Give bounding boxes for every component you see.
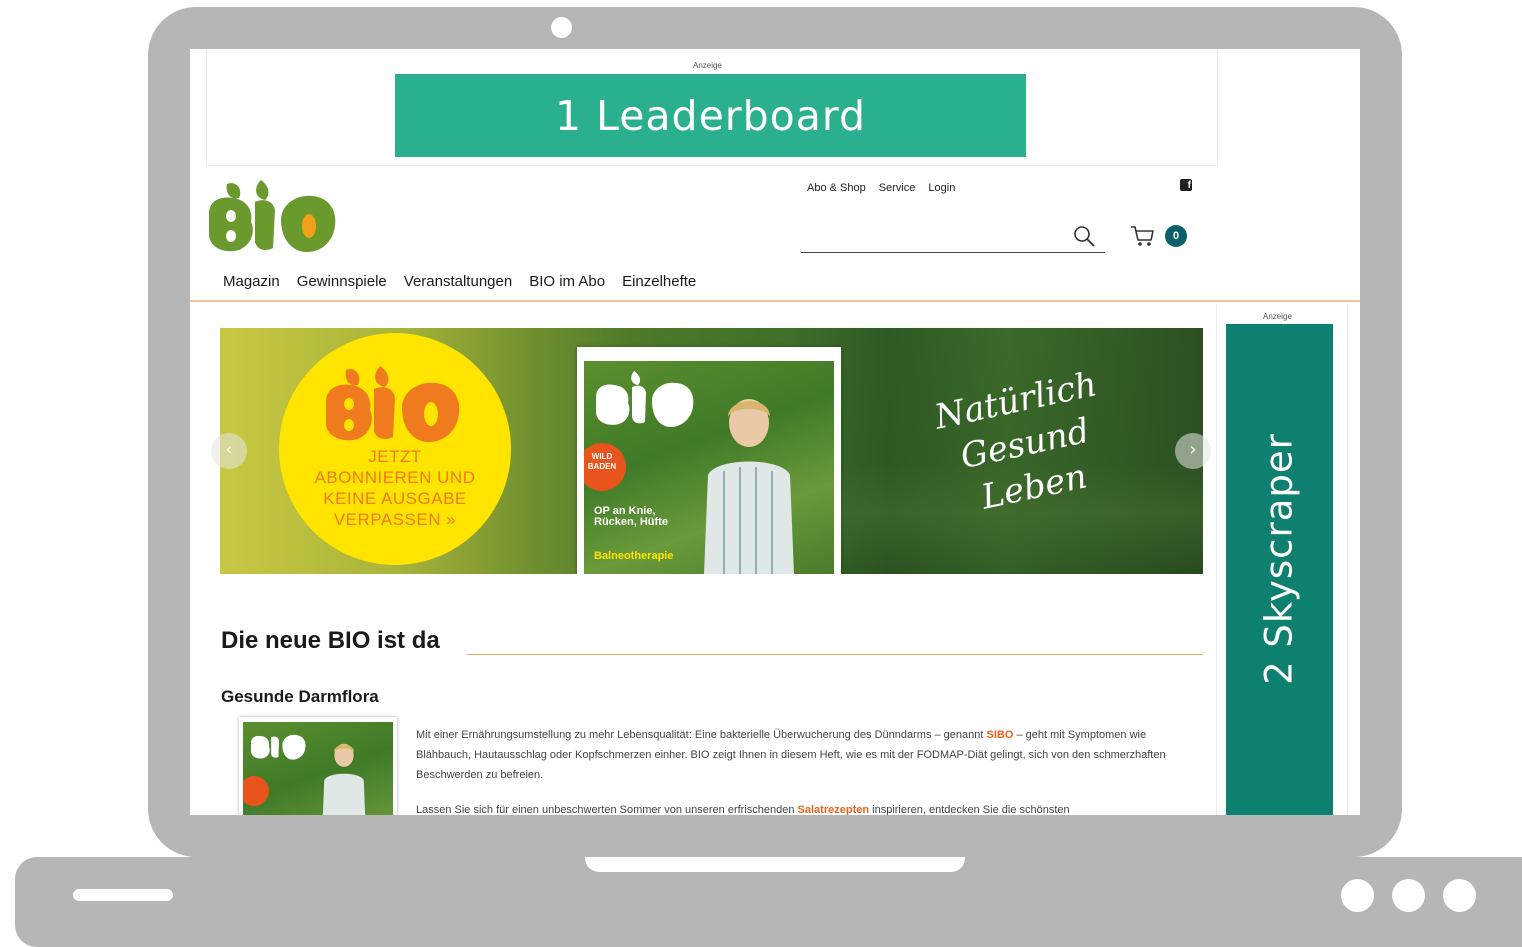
top-nav: Abo & Shop Service Login — [807, 182, 955, 194]
cover-headline-line: Rücken, Hüfte — [594, 516, 668, 528]
facebook-icon[interactable]: f — [1180, 179, 1192, 191]
nav-item-einzelhefte[interactable]: Einzelhefte — [622, 273, 696, 290]
article-subtitle[interactable]: Gesunde Darmflora — [221, 687, 379, 707]
thumbnail-badge — [243, 776, 269, 806]
cover-person-image — [704, 399, 794, 574]
webcam-icon — [551, 17, 572, 38]
ad-label: Anzeige — [693, 61, 722, 70]
badge-line: WILD — [591, 452, 613, 461]
cart-count-badge[interactable]: 0 — [1165, 225, 1187, 247]
top-nav-service[interactable]: Service — [879, 182, 916, 194]
nav-item-magazin[interactable]: Magazin — [223, 273, 280, 290]
cover-bio-logo — [596, 371, 694, 427]
slider-prev-icon[interactable]: ‹ — [211, 433, 247, 469]
indicator-dot-icon — [1443, 879, 1476, 912]
article-thumbnail[interactable] — [239, 717, 397, 815]
search-input[interactable] — [801, 225, 1065, 251]
cart-icon[interactable] — [1130, 225, 1156, 247]
nav-item-gewinnspiele[interactable]: Gewinnspiele — [297, 273, 387, 290]
magazine-cover-photo: WILD BADEN OP an Knie, Rücken, Hüfte Bal… — [584, 361, 834, 574]
sibo-link[interactable]: SIBO — [987, 729, 1014, 741]
para-text: inspirieren, entdecken Sie die schönsten — [869, 804, 1070, 815]
cta-line: KEINE AUSGABE — [323, 489, 467, 508]
cover-headline: OP an Knie, Rücken, Hüfte — [594, 506, 668, 528]
cta-line: VERPASSEN » — [333, 510, 457, 529]
main-nav: Magazin Gewinnspiele Veranstaltungen BIO… — [223, 273, 696, 290]
search-underline — [801, 252, 1105, 253]
bio-logo[interactable] — [209, 180, 337, 252]
ad-label: Anzeige — [1263, 312, 1292, 321]
thumbnail-photo — [243, 722, 393, 815]
bio-logo-orange — [326, 366, 460, 442]
salatrezepte-link[interactable]: Salatrezepten — [798, 804, 870, 815]
nav-item-veranstaltungen[interactable]: Veranstaltungen — [404, 273, 512, 290]
thumbnail-person-image — [322, 743, 366, 815]
cover-headline-2: Balneotherapie — [594, 550, 674, 562]
para-text: Lassen Sie sich für einen unbeschwerten … — [416, 804, 798, 815]
indicator-dot-icon — [1392, 879, 1425, 912]
top-nav-login[interactable]: Login — [928, 182, 955, 194]
leaderboard-ad[interactable]: 1 Leaderboard — [395, 74, 1026, 157]
para-text: Mit einer Ernährungsumstellung zu mehr L… — [416, 729, 987, 741]
article-paragraph: Lassen Sie sich für einen unbeschwerten … — [416, 800, 1196, 815]
nav-divider — [190, 300, 1360, 302]
hero-slider[interactable]: JETZT ABONNIEREN UND KEINE AUSGABE VERPA… — [220, 328, 1203, 574]
badge-line: BADEN — [587, 462, 617, 471]
laptop-notch — [585, 857, 965, 872]
section-title: Die neue BIO ist da — [221, 627, 440, 654]
section-title-rule — [467, 654, 1203, 655]
thumbnail-bio-logo — [251, 734, 306, 760]
top-nav-abo-shop[interactable]: Abo & Shop — [807, 182, 866, 194]
article-paragraph: Mit einer Ernährungsumstellung zu mehr L… — [416, 725, 1196, 785]
cover-badge: WILD BADEN — [584, 443, 626, 491]
magazine-cover[interactable]: WILD BADEN OP an Knie, Rücken, Hüfte Bal… — [577, 347, 841, 574]
browser-screen: Anzeige 1 Leaderboard Abo & Shop Service… — [190, 49, 1360, 815]
slider-next-icon[interactable]: › — [1175, 433, 1211, 469]
cta-line: ABONNIEREN UND — [314, 468, 476, 487]
skyscraper-label: 2 Skyscraper — [1257, 433, 1301, 685]
leaderboard-label: 1 Leaderboard — [554, 91, 867, 140]
subscribe-cta-text[interactable]: JETZT ABONNIEREN UND KEINE AUSGABE VERPA… — [279, 446, 511, 530]
laptop-slot — [73, 889, 173, 901]
indicator-dot-icon — [1341, 879, 1374, 912]
nav-item-bio-im-abo[interactable]: BIO im Abo — [529, 273, 605, 290]
cta-line: JETZT — [368, 447, 422, 466]
search-icon[interactable] — [1073, 225, 1095, 247]
skyscraper-ad[interactable]: 2 Skyscraper — [1226, 324, 1333, 815]
